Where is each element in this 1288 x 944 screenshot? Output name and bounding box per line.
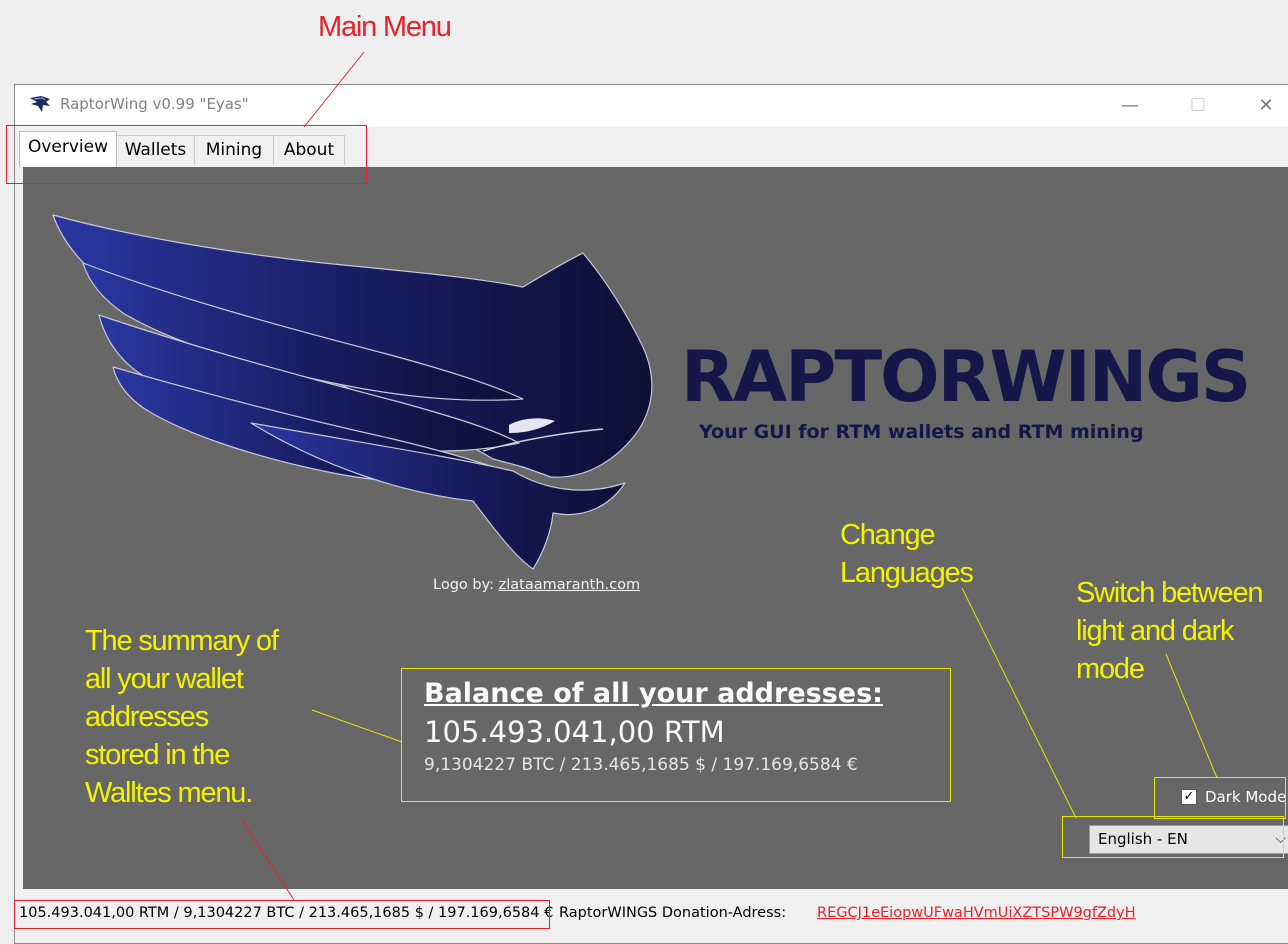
title-bar[interactable]: RaptorWing v0.99 "Eyas" — ☐ ✕ xyxy=(15,85,1288,127)
window-title: RaptorWing v0.99 "Eyas" xyxy=(60,95,249,113)
brand-logo-text: RAPTORWINGS xyxy=(681,336,1251,418)
maximize-button[interactable]: ☐ xyxy=(1183,93,1213,119)
annotation-change-languages: Change Languages xyxy=(840,519,974,589)
balance-highlight xyxy=(401,668,951,802)
close-button[interactable]: ✕ xyxy=(1251,93,1281,119)
annotation-summary: The summary of all your wallet addresses… xyxy=(85,625,279,809)
brand-tagline: Your GUI for RTM wallets and RTM mining xyxy=(699,421,1144,443)
app-window: RaptorWing v0.99 "Eyas" — ☐ ✕ Overview W… xyxy=(14,84,1288,944)
status-balance-highlight xyxy=(14,900,550,929)
raptor-logo-icon xyxy=(52,214,653,570)
logo-credit-label: Logo by: xyxy=(433,577,494,593)
minimize-button[interactable]: — xyxy=(1115,93,1145,119)
tab-overview[interactable]: Overview xyxy=(19,131,117,167)
donation-label: RaptorWINGS Donation-Adress: xyxy=(559,905,787,921)
donation-address-link[interactable]: REGCJ1eEiopwUFwaHVmUiXZTSPW9gfZdyH xyxy=(817,899,1136,927)
raptor-app-icon xyxy=(30,96,50,112)
logo-credit-link[interactable]: zlataamaranth.com xyxy=(499,577,640,593)
language-highlight xyxy=(1062,816,1284,858)
annotation-switch-mode: Switch between light and dark mode xyxy=(1076,577,1264,685)
annotation-main-menu: Main Menu xyxy=(318,11,452,43)
logo-credit: Logo by: zlataamaranth.com xyxy=(433,577,640,593)
dark-mode-highlight xyxy=(1154,777,1286,819)
